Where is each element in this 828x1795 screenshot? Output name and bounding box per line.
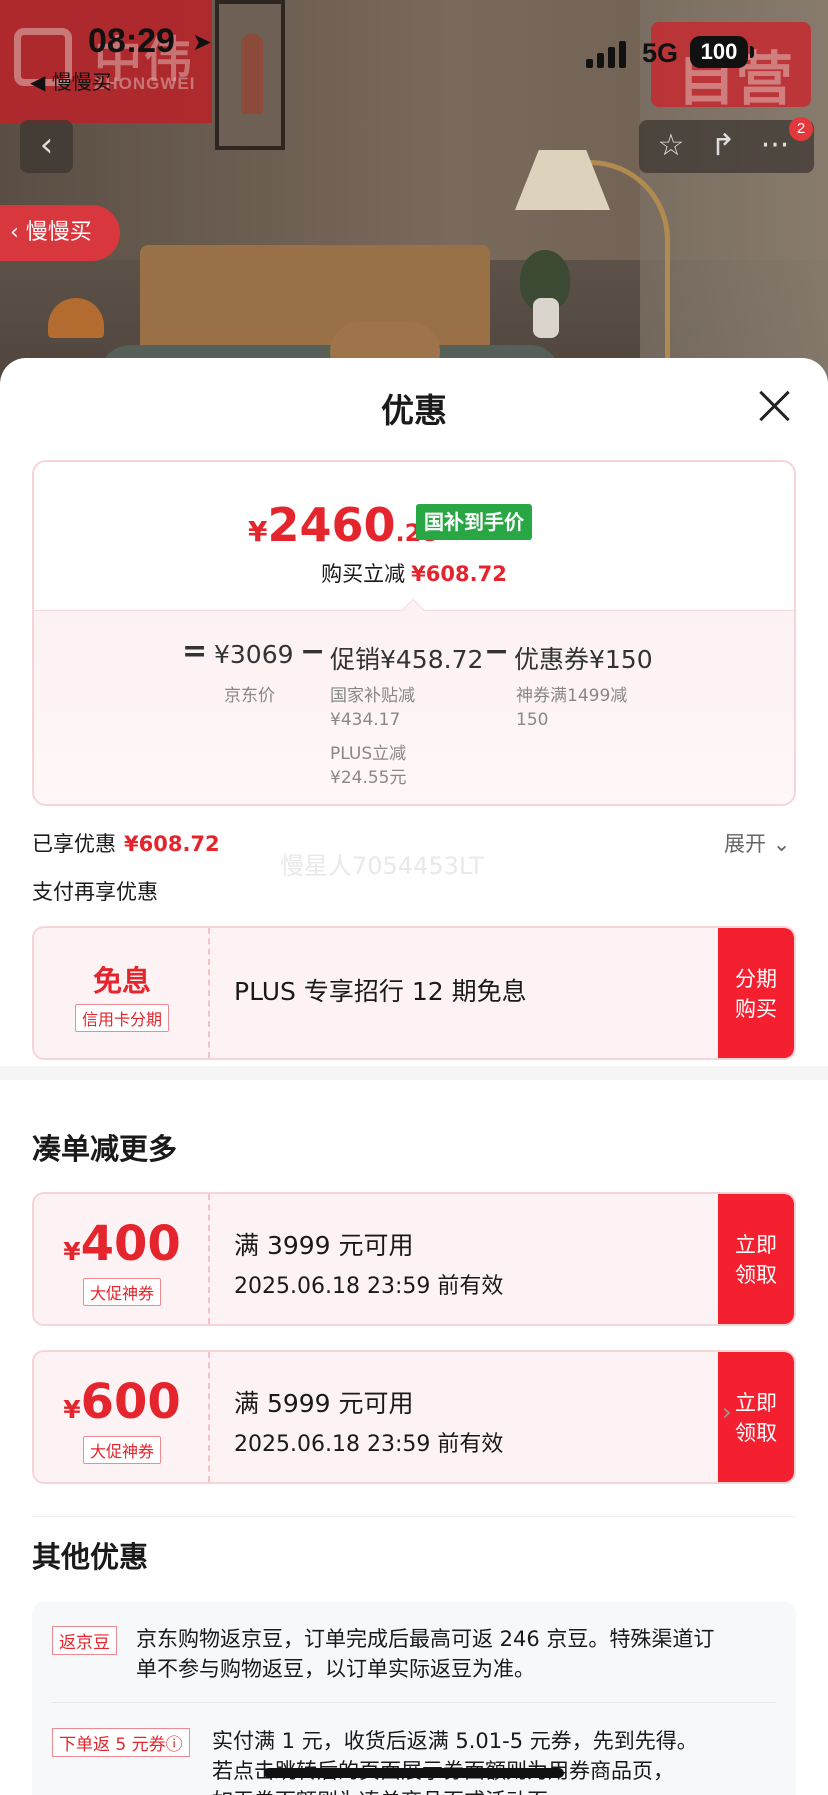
more-icon[interactable]: ··· [757,128,793,164]
jd-price-label: 京东价 [224,686,275,706]
network-type: 5G [642,38,679,68]
photo-table-lamp [48,298,104,338]
final-price: ¥2460.28 [248,498,438,552]
coupon-amount: 优惠券¥150 [514,645,653,674]
order-coupon-tag: 下单返 5 元券ⓘ [52,1728,190,1757]
coupon-validity: 2025.06.18 23:59 前有效 [234,1274,504,1299]
chevron-right-icon[interactable]: › [722,1398,732,1426]
coupon-condition: 满 3999 元可用 [234,1231,414,1260]
coupon-value: ¥400 大促神券 [34,1194,210,1324]
installment-buy-button[interactable]: 分期 购买 [718,928,794,1058]
jd-price: ¥3069 [214,640,294,669]
installment-left: 免息 信用卡分期 [34,928,210,1058]
order-coupon-text-line3: 如无券面额则为凑单商品页或活动页。 [212,1786,569,1795]
slow-buy-button[interactable]: ‹ 慢慢买 [0,205,120,261]
slow-buy-label: 慢慢买 [25,220,92,245]
home-indicator[interactable] [264,1768,564,1778]
star-icon[interactable]: ☆ [653,128,689,164]
status-bar: 08:29 ➤ ◀ 慢慢买 5G 100 [0,0,828,94]
watermark: 慢星人7054453LT [280,852,484,880]
sheet-title: 优惠 [381,391,447,430]
nav-actions: ☆ ↱ ··· 2 [639,117,814,173]
coupon-card: ¥600 大促神券 满 5999 元可用 2025.06.18 23:59 前有… [32,1350,796,1484]
equals-sign: = [182,634,208,669]
jd-bean-tag: 返京豆 [52,1626,117,1655]
subsidy-price-tag: 国补到手价 [416,504,532,540]
plus-discount-value: ¥24.55元 [330,768,407,788]
discount-sheet: 优惠 ¥2460.28 国补到手价 购买立减¥608.72 = ¥3069 京东… [0,358,828,1795]
photo-vase [533,298,559,338]
chevron-left-icon: ‹ [10,220,26,245]
signal-icon [586,40,630,68]
pay-more-label: 支付再享优惠 [32,880,158,904]
price-breakdown-card: ¥2460.28 国补到手价 购买立减¥608.72 = ¥3069 京东价 −… [32,460,796,806]
more-discounts-title: 凑单减更多 [32,1132,178,1166]
item-divider [52,1702,776,1703]
coupon-card: ¥400 大促神券 满 3999 元可用 2025.06.18 23:59 前有… [32,1192,796,1326]
section-divider [32,1516,796,1517]
price-summary: ¥2460.28 国补到手价 购买立减¥608.72 [34,462,794,610]
status-time: 08:29 [88,22,175,60]
other-discounts-box: 返京豆 京东购物返京豆，订单完成后最高可返 246 京豆。特殊渠道订 单不参与购… [32,1602,796,1795]
location-arrow-icon: ➤ [192,28,213,56]
installment-text: PLUS 专享招行 12 期免息 [234,977,527,1006]
order-coupon-text-line1: 实付满 1 元，收货后返满 5.01-5 元券，先到先得。 [212,1729,698,1753]
interest-free-title: 免息 [92,964,151,998]
chevron-down-icon: ⌄ [772,832,791,856]
section-divider [0,1066,828,1080]
coupon-detail: 神券满1499减 [516,686,628,706]
notification-badge: 2 [789,117,813,141]
coupon-detail-value: 150 [516,710,549,730]
subsidy-value: ¥434.17 [330,710,401,730]
battery-icon: 100 [690,36,754,68]
coupon-tag: 大促神券 [82,1278,161,1306]
promo-amount: 促销¥458.72 [330,645,484,674]
back-button[interactable]: ‹ [20,120,73,173]
installment-offer: 免息 信用卡分期 PLUS 专享招行 12 期免息 分期 购买 [32,926,796,1060]
coupon-condition: 满 5999 元可用 [234,1389,414,1418]
close-icon[interactable] [756,388,792,424]
expand-button[interactable]: 展开 ⌄ [724,828,790,858]
jd-bean-text-line2: 单不参与购物返豆，以订单实际返豆为准。 [136,1657,535,1681]
purchase-reduction: 购买立减 ¥608.72 [321,562,507,586]
back-to-app-link[interactable]: ◀ 慢慢买 [30,66,112,95]
coupon-validity: 2025.06.18 23:59 前有效 [234,1432,504,1457]
coupon-amount: ¥400 [63,1216,181,1272]
plus-discount-label: PLUS立减 [330,744,407,764]
minus-sign: − [300,634,326,669]
coupon-tag: 大促神券 [82,1436,161,1464]
chevron-left-icon: ‹ [39,125,54,165]
minus-sign: − [484,634,510,669]
subsidy-label: 国家补贴减 [330,686,415,706]
share-icon[interactable]: ↱ [705,128,741,164]
coupon-value: ¥600 大促神券 [34,1352,210,1482]
claim-coupon-button[interactable]: 立即 领取 [718,1194,794,1324]
other-discounts-title: 其他优惠 [32,1540,149,1574]
enjoyed-discount: 已享优惠 ¥608.72 [32,832,220,856]
jd-bean-text-line1: 京东购物返京豆，订单完成后最高可返 246 京豆。特殊渠道订 [136,1627,715,1651]
coupon-amount: ¥600 [63,1374,181,1430]
credit-card-tag: 信用卡分期 [74,1004,169,1032]
photo-headboard [140,245,490,355]
